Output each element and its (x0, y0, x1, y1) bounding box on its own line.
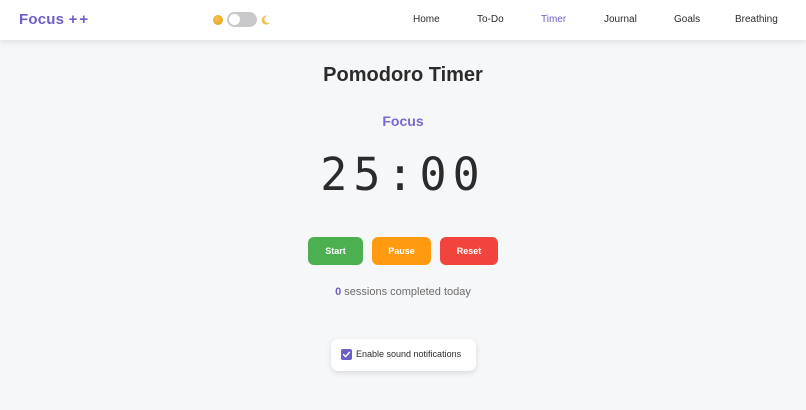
start-button[interactable]: Start (308, 237, 363, 265)
sessions-summary: 0 sessions completed today (0, 286, 806, 298)
timer-mode-label: Focus (382, 113, 424, 129)
sessions-count: 0 (335, 286, 342, 298)
sound-checkbox[interactable] (341, 349, 352, 360)
theme-toggle[interactable] (213, 12, 273, 28)
nav-home[interactable]: Home (413, 14, 440, 25)
nav-breathing[interactable]: Breathing (735, 14, 778, 25)
switch-knob (229, 14, 240, 25)
nav-todo[interactable]: To-Do (477, 14, 504, 25)
brand-suffix: ++ (68, 11, 91, 28)
check-icon (342, 351, 351, 358)
sun-icon (213, 15, 223, 25)
nav-timer[interactable]: Timer (541, 14, 566, 25)
timer-page: Pomodoro Timer Focus 25:00 Start Pause R… (0, 40, 806, 410)
moon-icon (261, 15, 271, 25)
nav-journal[interactable]: Journal (604, 14, 637, 25)
brand-name: Focus (19, 11, 65, 28)
timer-display: 25:00 (320, 148, 486, 201)
brand-logo[interactable]: Focus ++ (19, 11, 90, 28)
pause-button[interactable]: Pause (372, 237, 431, 265)
sessions-text: sessions completed today (344, 286, 471, 298)
sound-notification-option[interactable]: Enable sound notifications (331, 339, 476, 371)
theme-switch[interactable] (227, 12, 257, 27)
nav-goals[interactable]: Goals (674, 14, 700, 25)
navbar: Focus ++ Home To-Do Timer Journal Goals … (0, 0, 806, 40)
page-title: Pomodoro Timer (323, 64, 483, 86)
reset-button[interactable]: Reset (440, 237, 498, 265)
sound-label: Enable sound notifications (356, 349, 462, 359)
